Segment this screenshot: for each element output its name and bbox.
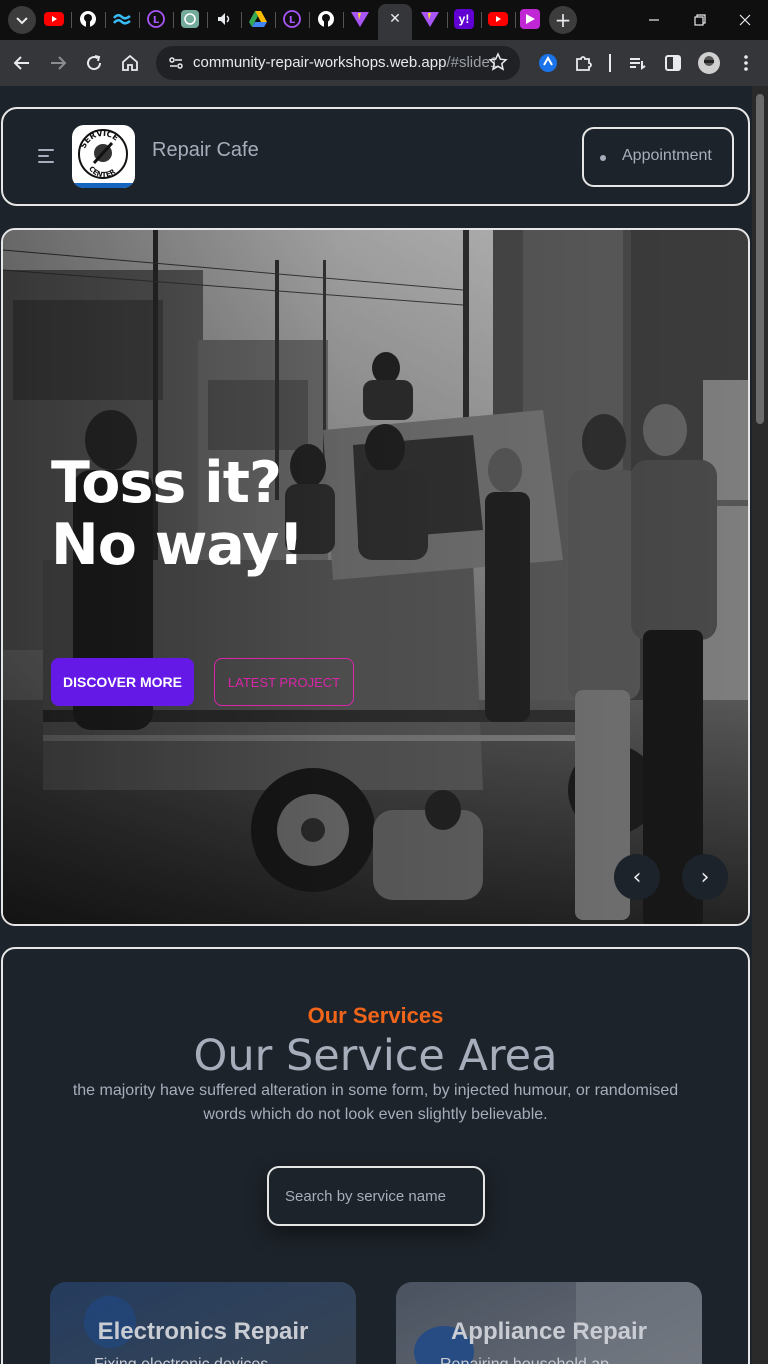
bookmark-star-icon[interactable] bbox=[488, 52, 508, 77]
scrollbar-thumb[interactable] bbox=[756, 94, 764, 424]
home-icon[interactable] bbox=[118, 51, 142, 75]
url-text[interactable]: community-repair-workshops.web.app/#slid… bbox=[193, 54, 498, 71]
extensions-puzzle-icon[interactable] bbox=[572, 51, 596, 75]
tab-search-button[interactable] bbox=[8, 6, 36, 34]
carousel-prev-button[interactable]: ‹ bbox=[614, 854, 660, 900]
service-search[interactable] bbox=[267, 1166, 485, 1226]
service-card-desc: Repairing household ap bbox=[440, 1356, 609, 1364]
hamburger-menu-icon[interactable] bbox=[38, 149, 56, 165]
tab-separator bbox=[173, 12, 174, 28]
svg-text:L: L bbox=[289, 15, 296, 26]
site-settings-icon[interactable] bbox=[166, 53, 186, 73]
tab-separator bbox=[515, 12, 516, 28]
services-title: Our Service Area bbox=[193, 1031, 558, 1081]
hero-carousel: Toss it? No way! DISCOVER MORE LATEST PR… bbox=[1, 228, 750, 926]
profile-avatar-icon[interactable] bbox=[697, 51, 721, 75]
tab-separator bbox=[275, 12, 276, 28]
vite-icon[interactable] bbox=[350, 9, 370, 29]
browser-toolbar: community-repair-workshops.web.app/#slid… bbox=[0, 40, 768, 86]
forward-arrow-icon[interactable] bbox=[46, 51, 70, 75]
svg-text:L: L bbox=[153, 15, 160, 26]
service-card-electronics[interactable]: Electronics Repair Fixing electronic dev… bbox=[50, 1282, 356, 1364]
service-center-logo[interactable]: SERVICE CENTER bbox=[72, 125, 135, 188]
tab-separator bbox=[105, 12, 106, 28]
appointment-label: Appointment bbox=[622, 147, 712, 164]
tailwind-icon[interactable] bbox=[112, 9, 132, 29]
latest-project-button[interactable]: LATEST PROJECT bbox=[214, 658, 354, 706]
youtube-icon[interactable] bbox=[44, 9, 64, 29]
page-scrollbar[interactable] bbox=[752, 86, 768, 1364]
carousel-next-button[interactable]: › bbox=[682, 854, 728, 900]
reload-icon[interactable] bbox=[82, 51, 106, 75]
tab-separator bbox=[139, 12, 140, 28]
app-icon[interactable] bbox=[520, 9, 540, 29]
chevron-down-icon bbox=[16, 17, 28, 25]
chevron-right-icon: › bbox=[700, 864, 710, 890]
toolbar-divider bbox=[609, 54, 611, 72]
side-panel-icon[interactable] bbox=[661, 51, 685, 75]
github-icon[interactable] bbox=[78, 9, 98, 29]
chevron-left-icon: ‹ bbox=[632, 864, 642, 890]
yahoo-icon[interactable]: y! bbox=[454, 9, 474, 29]
service-card-desc: Fixing electronic devices bbox=[94, 1356, 268, 1364]
speaker-icon[interactable] bbox=[214, 9, 234, 29]
services-description: the majority have suffered alteration in… bbox=[72, 1082, 679, 1123]
close-window-icon[interactable] bbox=[733, 8, 757, 32]
extension-shield-icon[interactable] bbox=[536, 51, 560, 75]
google-drive-icon[interactable] bbox=[248, 9, 268, 29]
tab-separator bbox=[481, 12, 482, 28]
svg-text:CENTER: CENTER bbox=[87, 165, 117, 179]
appointment-button[interactable]: Appointment bbox=[582, 127, 734, 187]
service-card-title: Appliance Repair bbox=[450, 1318, 648, 1345]
site-navbar: SERVICE CENTER Repair Cafe Appointment bbox=[1, 107, 750, 206]
services-section: Our Services Our Service Area the majori… bbox=[1, 947, 750, 1364]
hero-title: Toss it? No way! bbox=[51, 450, 304, 578]
hero-photo-image bbox=[3, 230, 748, 924]
address-bar[interactable]: community-repair-workshops.web.app/#slid… bbox=[156, 46, 520, 80]
browser-tab-strip: L L ✕ y! + bbox=[0, 0, 768, 40]
restore-icon[interactable] bbox=[688, 8, 712, 32]
minimize-icon[interactable] bbox=[642, 8, 666, 32]
openai-icon[interactable] bbox=[180, 9, 200, 29]
bullet-dot-icon bbox=[600, 155, 606, 161]
service-card-title: Electronics Repair bbox=[97, 1318, 309, 1345]
close-icon[interactable]: ✕ bbox=[387, 9, 403, 29]
tab-separator bbox=[71, 12, 72, 28]
service-card-appliance[interactable]: Appliance Repair Repairing household ap bbox=[396, 1282, 702, 1364]
youtube-icon[interactable] bbox=[488, 9, 508, 29]
reading-list-icon[interactable] bbox=[625, 51, 649, 75]
back-arrow-icon[interactable] bbox=[10, 51, 34, 75]
tab-separator bbox=[309, 12, 310, 28]
more-menu-icon[interactable] bbox=[734, 51, 758, 75]
vite-icon[interactable] bbox=[420, 9, 440, 29]
lambda-icon[interactable]: L bbox=[282, 9, 302, 29]
discover-more-button[interactable]: DISCOVER MORE bbox=[51, 658, 194, 706]
service-search-input[interactable] bbox=[269, 1168, 483, 1224]
tab-separator bbox=[207, 12, 208, 28]
brand-name[interactable]: Repair Cafe bbox=[152, 139, 259, 162]
lambda-icon[interactable]: L bbox=[146, 9, 166, 29]
tab-separator bbox=[447, 12, 448, 28]
tab-active[interactable]: ✕ bbox=[378, 4, 412, 40]
tab-separator bbox=[343, 12, 344, 28]
new-tab-button[interactable]: + bbox=[549, 6, 577, 34]
github-icon[interactable] bbox=[316, 9, 336, 29]
tab-separator bbox=[241, 12, 242, 28]
services-kicker: Our Services bbox=[307, 1003, 444, 1028]
url-host: community-repair-workshops.web.app bbox=[193, 54, 447, 71]
